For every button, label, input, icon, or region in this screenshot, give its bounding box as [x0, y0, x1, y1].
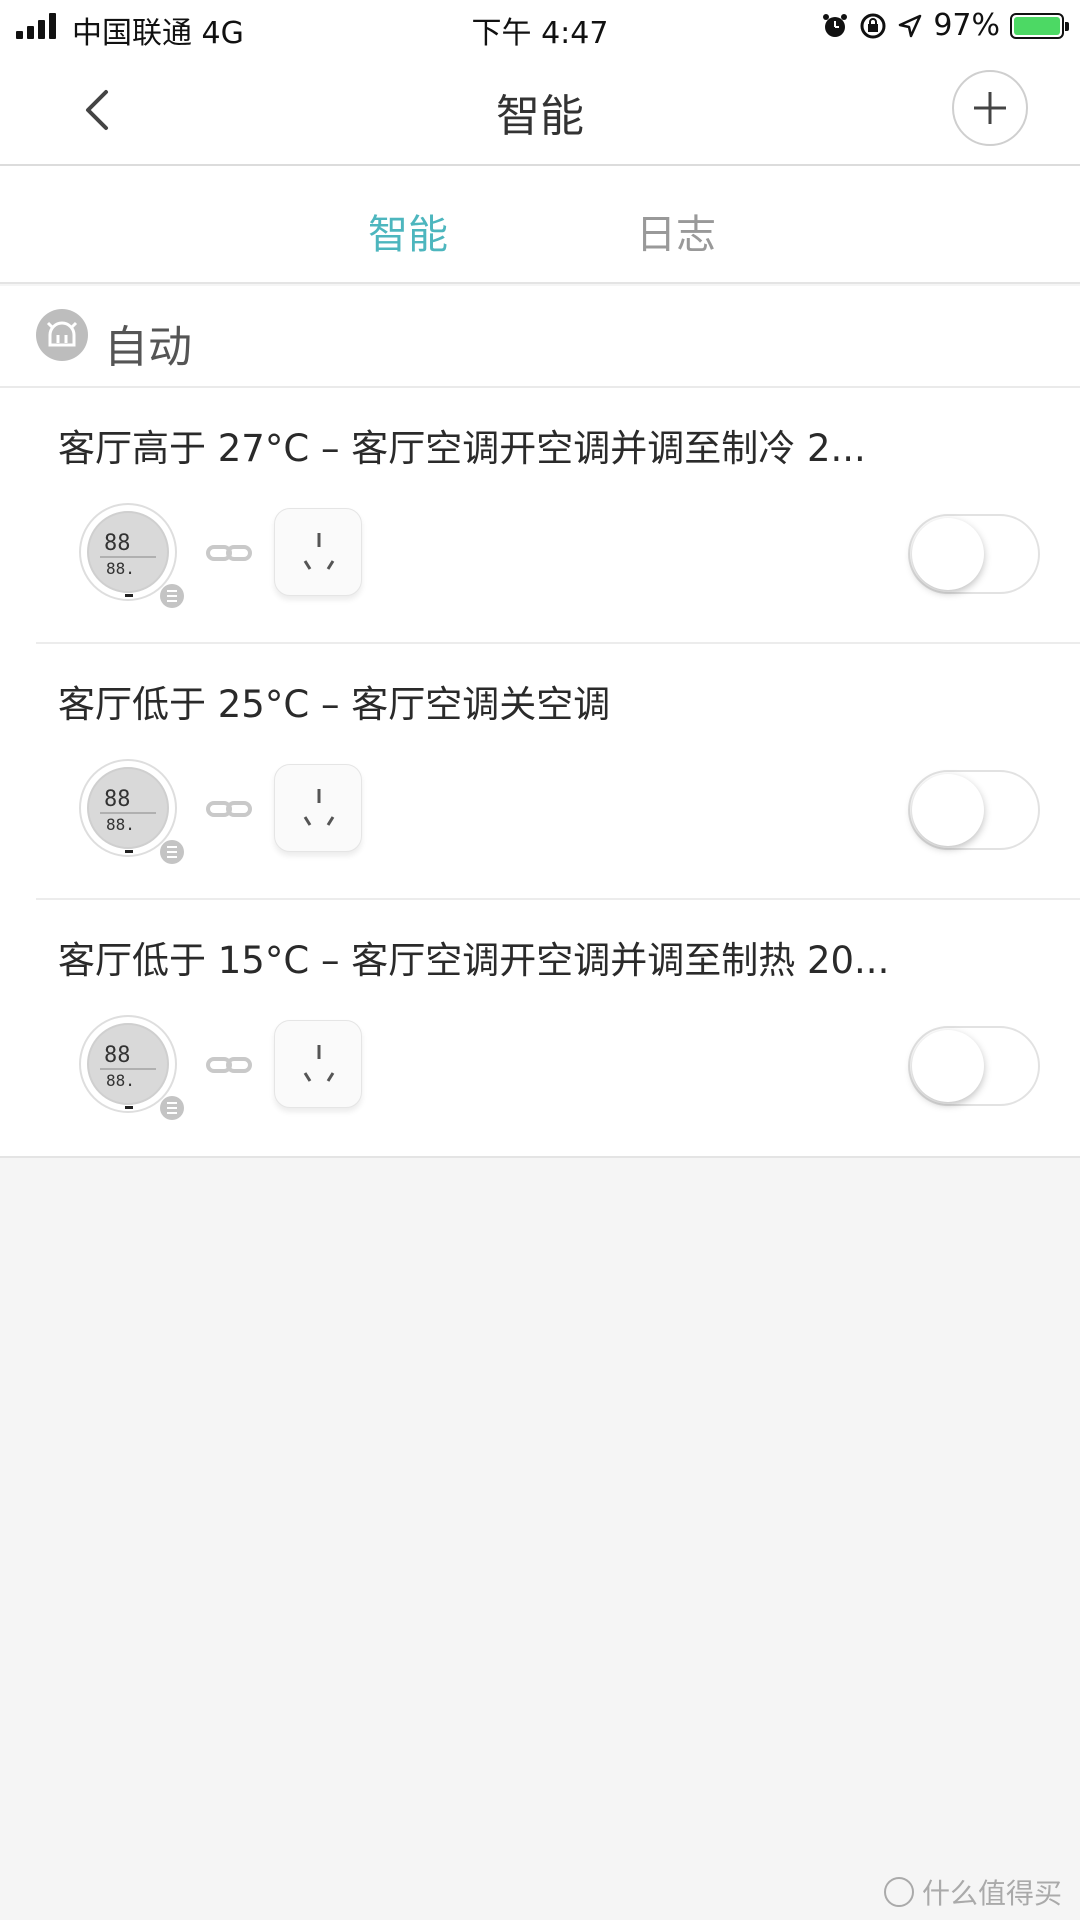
plus-icon	[974, 92, 1006, 124]
link-icon	[206, 801, 252, 817]
automation-title: 客厅高于 27°C – 客厅空调开空调并调至制冷 2...	[58, 427, 866, 470]
automation-toggle[interactable]	[908, 770, 1040, 850]
thermometer-sensor-icon: 88 88.	[79, 759, 184, 864]
alarm-icon	[823, 13, 848, 37]
status-bar: 中国联通 4G 下午 4:47 97%	[0, 0, 1080, 51]
link-icon	[206, 1057, 252, 1073]
automation-list: 客厅高于 27°C – 客厅空调开空调并调至制冷 2... 88 88. 客厅低…	[0, 388, 1080, 1158]
ac-socket-icon	[274, 508, 362, 596]
page-title: 智能	[496, 91, 584, 142]
watermark-logo-icon	[883, 1877, 914, 1907]
tab-bar: 智能 日志	[0, 166, 1080, 284]
automation-title: 客厅低于 15°C – 客厅空调开空调并调至制热 20...	[58, 939, 890, 982]
nav-bar: 智能	[0, 50, 1080, 166]
robot-icon	[36, 309, 88, 361]
rotation-lock-icon	[860, 13, 886, 38]
svg-text:88: 88	[104, 1043, 131, 1068]
automation-item[interactable]: 客厅低于 25°C – 客厅空调关空调 88 88.	[0, 644, 1080, 900]
section-label: 自动	[104, 322, 192, 373]
battery-percent: 97%	[933, 8, 1000, 43]
section-header-auto: 自动	[0, 286, 1080, 388]
automation-item[interactable]: 客厅低于 15°C – 客厅空调开空调并调至制热 20... 88 88.	[0, 900, 1080, 1156]
automation-title: 客厅低于 25°C – 客厅空调关空调	[58, 683, 611, 726]
thermometer-sensor-icon: 88 88.	[79, 503, 184, 608]
watermark: 什么值得买	[883, 1872, 1062, 1912]
svg-text:88.: 88.	[106, 815, 135, 834]
ac-socket-icon	[274, 764, 362, 852]
svg-text:88: 88	[104, 531, 131, 556]
ac-socket-icon	[274, 1020, 362, 1108]
tab-log[interactable]: 日志	[636, 202, 716, 260]
location-icon	[899, 14, 922, 37]
automation-toggle[interactable]	[908, 514, 1040, 594]
link-icon	[206, 545, 252, 561]
battery-icon	[1010, 12, 1069, 39]
thermometer-sensor-icon: 88 88.	[79, 1015, 184, 1120]
tab-smart[interactable]: 智能	[368, 202, 448, 260]
watermark-text: 什么值得买	[921, 1877, 1062, 1910]
automation-item[interactable]: 客厅高于 27°C – 客厅空调开空调并调至制冷 2... 88 88.	[0, 388, 1080, 644]
svg-text:88: 88	[104, 787, 131, 812]
automation-toggle[interactable]	[908, 1026, 1040, 1106]
svg-text:88.: 88.	[106, 559, 135, 578]
add-button[interactable]	[952, 70, 1028, 146]
svg-text:88.: 88.	[106, 1071, 135, 1090]
